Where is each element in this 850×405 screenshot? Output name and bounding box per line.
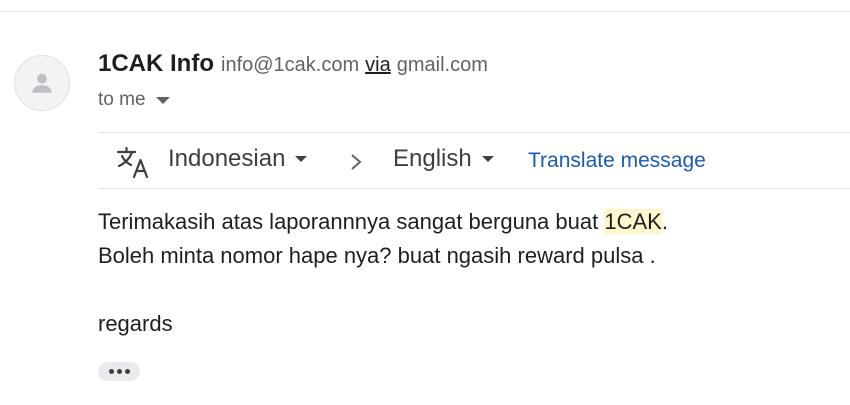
- source-language-select[interactable]: Indonesian: [168, 145, 308, 173]
- via-link[interactable]: via: [365, 54, 391, 77]
- sender-line: 1CAK Info info@1cak.com via gmail.com: [98, 50, 488, 78]
- body-line-1: Terimakasih atas laporannnya sangat berg…: [98, 205, 668, 239]
- sender-avatar[interactable]: [14, 55, 70, 111]
- chevron-down-icon: [155, 96, 170, 104]
- body-blank-line: [98, 273, 668, 307]
- show-trimmed-content-button[interactable]: [98, 362, 140, 381]
- ellipsis-dot: [124, 369, 130, 374]
- sender-name[interactable]: 1CAK Info: [98, 50, 214, 78]
- caret-down-icon: [481, 156, 494, 162]
- body-line-1-text: Terimakasih atas laporannnya sangat berg…: [98, 209, 605, 234]
- person-icon: [32, 73, 52, 93]
- translate-bar: Indonesian English Translate message: [98, 132, 850, 189]
- sender-email: info@1cak.com: [221, 54, 360, 76]
- message-body: Terimakasih atas laporannnya sangat berg…: [98, 205, 668, 341]
- body-line-2: Boleh minta nomor hape nya? buat ngasih …: [98, 243, 656, 268]
- top-divider: [0, 11, 850, 12]
- translate-icon: [116, 146, 149, 179]
- body-line-1-end: .: [661, 209, 668, 234]
- target-language-label: English: [393, 145, 472, 172]
- recipients-label: to me: [98, 89, 146, 110]
- highlighted-term: 1CAK: [604, 209, 662, 234]
- translate-message-link[interactable]: Translate message: [528, 149, 706, 173]
- chevron-right-icon: [351, 154, 362, 170]
- ellipsis-dot: [116, 369, 122, 374]
- ellipsis-icon: [108, 369, 114, 374]
- target-language-select[interactable]: English: [393, 145, 494, 173]
- source-language-label: Indonesian: [168, 145, 286, 172]
- recipients-toggle[interactable]: to me: [98, 89, 170, 111]
- body-signoff: regards: [98, 311, 173, 336]
- caret-down-icon: [295, 156, 308, 162]
- via-domain: gmail.com: [396, 54, 488, 76]
